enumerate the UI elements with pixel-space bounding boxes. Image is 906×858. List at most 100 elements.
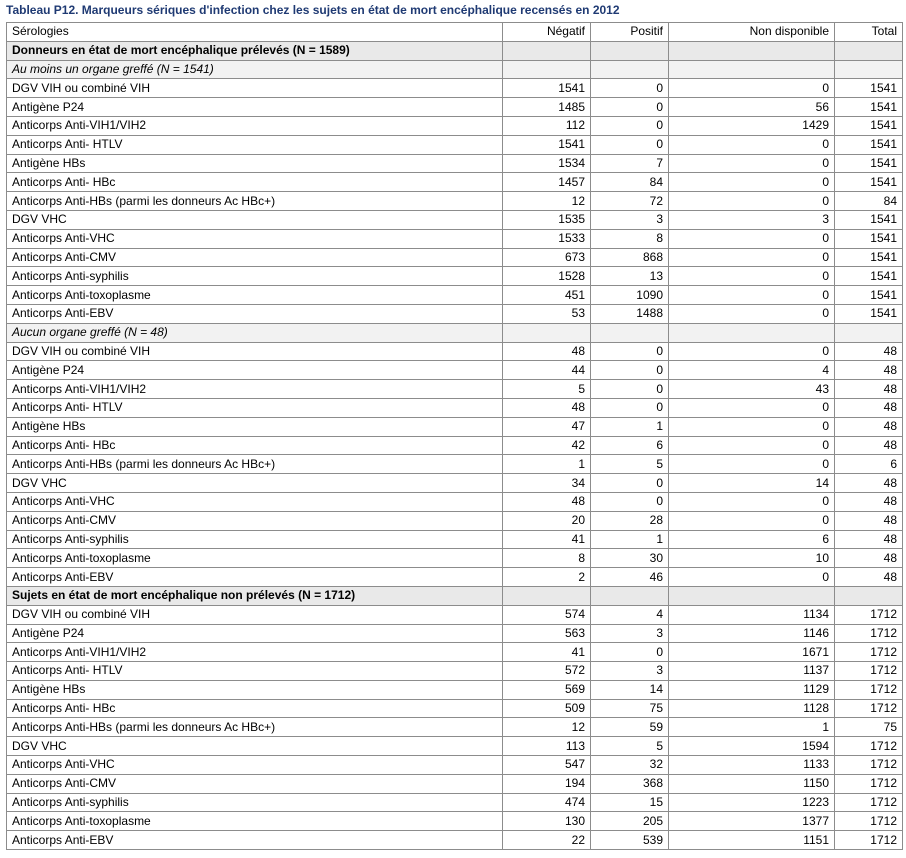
table-row: DGV VIH ou combiné VIH 574 4 1134 1712	[6, 604, 903, 625]
table-row: DGV VIH ou combiné VIH 1541 0 0 1541	[6, 78, 903, 99]
empty-cell	[502, 40, 591, 61]
negatif-value: 22	[502, 830, 591, 851]
negatif-value: 12	[502, 717, 591, 738]
serology-label: Anticorps Anti-EBV	[6, 567, 503, 587]
negatif-value: 44	[502, 360, 591, 381]
total-value: 1541	[834, 266, 903, 287]
negatif-value: 1	[502, 454, 591, 475]
table-row: DGV VHC 34 0 14 48	[6, 473, 903, 493]
serology-label: Antigène P24	[6, 97, 503, 117]
negatif-value: 194	[502, 773, 591, 794]
total-value: 1712	[834, 830, 903, 851]
total-value: 1712	[834, 773, 903, 794]
negatif-value: 569	[502, 679, 591, 700]
non-disponible-value: 0	[668, 266, 835, 287]
non-disponible-value: 1137	[668, 661, 835, 681]
section-label: Donneurs en état de mort encéphalique pr…	[6, 40, 503, 61]
serology-label: Anticorps Anti-syphilis	[6, 529, 503, 550]
empty-cell	[834, 322, 903, 343]
table-row: Anticorps Anti- HTLV 572 3 1137 1712	[6, 661, 903, 681]
total-value: 1712	[834, 604, 903, 625]
table-row: Anticorps Anti-syphilis 474 15 1223 1712	[6, 792, 903, 813]
non-disponible-value: 0	[668, 454, 835, 475]
negatif-value: 8	[502, 548, 591, 569]
positif-value: 0	[590, 97, 669, 117]
subsection-header-row: Au moins un organe greffé (N = 1541)	[6, 59, 903, 80]
table-row: Anticorps Anti-syphilis 1528 13 0 1541	[6, 266, 903, 287]
positif-value: 0	[590, 360, 669, 381]
positif-value: 46	[590, 567, 669, 587]
table-caption: Tableau P12. Marqueurs sériques d'infect…	[6, 3, 620, 17]
table-row: Anticorps Anti-EBV 22 539 1151 1712	[6, 830, 903, 851]
non-disponible-value: 3	[668, 209, 835, 230]
positif-value: 1090	[590, 285, 669, 305]
column-header-non-disponible: Non disponible	[668, 22, 835, 42]
negatif-value: 41	[502, 642, 591, 663]
non-disponible-value: 1134	[668, 604, 835, 625]
positif-value: 0	[590, 491, 669, 512]
positif-value: 8	[590, 228, 669, 249]
serology-label: Anticorps Anti- HTLV	[6, 397, 503, 418]
table-row: Anticorps Anti-CMV 20 28 0 48	[6, 510, 903, 531]
non-disponible-value: 0	[668, 303, 835, 324]
total-value: 48	[834, 529, 903, 550]
negatif-value: 1485	[502, 97, 591, 117]
negatif-value: 130	[502, 811, 591, 832]
non-disponible-value: 0	[668, 491, 835, 512]
section-label: Sujets en état de mort encéphalique non …	[6, 585, 503, 606]
non-disponible-value: 0	[668, 285, 835, 305]
non-disponible-value: 1377	[668, 811, 835, 832]
total-value: 48	[834, 548, 903, 569]
total-value: 48	[834, 491, 903, 512]
table-row: Anticorps Anti-toxoplasme 8 30 10 48	[6, 548, 903, 569]
serology-label: Anticorps Anti-VIH1/VIH2	[6, 115, 503, 136]
column-header-total: Total	[834, 22, 903, 42]
header-row: Sérologies Négatif Positif Non disponibl…	[6, 22, 903, 42]
table-row: Anticorps Anti-VIH1/VIH2 5 0 43 48	[6, 379, 903, 399]
non-disponible-value: 0	[668, 341, 835, 362]
empty-cell	[590, 322, 669, 343]
serology-label: Antigène P24	[6, 623, 503, 644]
total-value: 1541	[834, 115, 903, 136]
negatif-value: 20	[502, 510, 591, 531]
serology-table: Sérologies Négatif Positif Non disponibl…	[6, 22, 903, 851]
table-row: Anticorps Anti- HBc 1457 84 0 1541	[6, 172, 903, 193]
serology-label: Anticorps Anti-CMV	[6, 510, 503, 531]
positif-value: 868	[590, 247, 669, 268]
total-value: 48	[834, 416, 903, 437]
empty-cell	[590, 59, 669, 80]
serology-label: Anticorps Anti-VIH1/VIH2	[6, 379, 503, 399]
positif-value: 59	[590, 717, 669, 738]
empty-cell	[590, 585, 669, 606]
non-disponible-value: 1129	[668, 679, 835, 700]
positif-value: 0	[590, 473, 669, 493]
total-value: 1712	[834, 661, 903, 681]
negatif-value: 53	[502, 303, 591, 324]
negatif-value: 42	[502, 435, 591, 456]
column-header-positif: Positif	[590, 22, 669, 42]
non-disponible-value: 0	[668, 153, 835, 174]
section-header-row: Donneurs en état de mort encéphalique pr…	[6, 40, 903, 61]
non-disponible-value: 4	[668, 360, 835, 381]
serology-label: Anticorps Anti-EBV	[6, 303, 503, 324]
total-value: 1712	[834, 698, 903, 719]
total-value: 1541	[834, 228, 903, 249]
table-row: Antigène HBs 1534 7 0 1541	[6, 153, 903, 174]
serology-label: Antigène HBs	[6, 153, 503, 174]
total-value: 1712	[834, 642, 903, 663]
positif-value: 4	[590, 604, 669, 625]
negatif-value: 509	[502, 698, 591, 719]
negatif-value: 113	[502, 736, 591, 757]
empty-cell	[590, 40, 669, 61]
empty-cell	[834, 59, 903, 80]
non-disponible-value: 0	[668, 191, 835, 211]
serology-label: Anticorps Anti-CMV	[6, 773, 503, 794]
table-body: Donneurs en état de mort encéphalique pr…	[6, 40, 903, 851]
negatif-value: 1535	[502, 209, 591, 230]
total-value: 1541	[834, 134, 903, 155]
total-value: 1541	[834, 285, 903, 305]
table-row: Antigène P24 44 0 4 48	[6, 360, 903, 381]
negatif-value: 1457	[502, 172, 591, 193]
non-disponible-value: 1146	[668, 623, 835, 644]
table-row: Anticorps Anti-VIH1/VIH2 112 0 1429 1541	[6, 115, 903, 136]
